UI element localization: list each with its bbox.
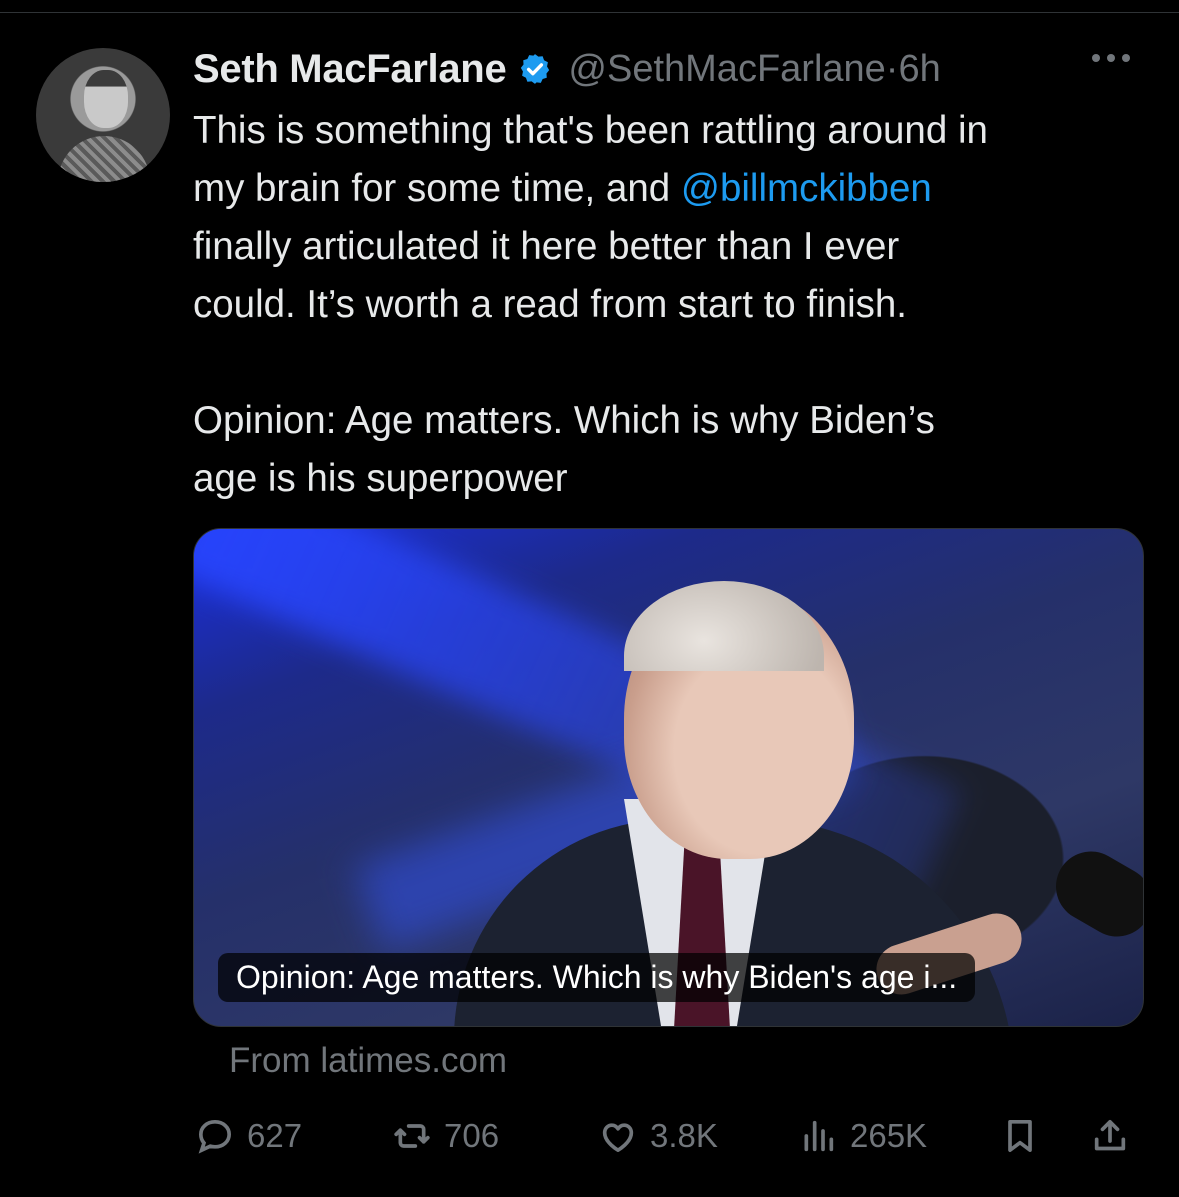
like-button[interactable]: 3.8K [598, 1110, 718, 1162]
reply-count: 627 [247, 1117, 303, 1154]
headline-line: age is his superpower [193, 457, 568, 500]
share-icon [1094, 1120, 1126, 1151]
repost-count: 706 [444, 1117, 500, 1154]
tweet-actions: 627 706 3.8K 265K [0, 1110, 1179, 1162]
tweet-line: my brain for some time, and @billmckibbe… [193, 167, 932, 210]
reply-icon [198, 1119, 232, 1154]
card-source[interactable]: From latimes.com [229, 1041, 507, 1081]
repost-icon [394, 1124, 430, 1148]
view-count: 265K [850, 1117, 928, 1154]
like-count: 3.8K [650, 1117, 718, 1154]
divider [0, 12, 1179, 13]
tweet-text: This is something that's been rattling a… [193, 102, 1153, 508]
repost-button[interactable]: 706 [392, 1110, 499, 1162]
views-button[interactable]: 265K [798, 1110, 927, 1162]
author-name[interactable]: Seth MacFarlane [193, 47, 507, 92]
tweet-line: could. It’s worth a read from start to f… [193, 283, 907, 326]
reply-button[interactable]: 627 [195, 1110, 302, 1162]
author-handle-time[interactable]: @SethMacFarlane·6h [568, 48, 940, 91]
more-options-icon[interactable] [1092, 54, 1130, 62]
mention-link[interactable]: @billmckibben [681, 167, 932, 210]
tweet-line: finally articulated it here better than … [193, 225, 900, 268]
tweet-line: This is something that's been rattling a… [193, 109, 988, 152]
headline-line: Opinion: Age matters. Which is why Biden… [193, 399, 935, 442]
views-icon [804, 1120, 834, 1152]
bookmark-icon [1008, 1120, 1032, 1152]
share-button[interactable] [1090, 1110, 1130, 1162]
verified-badge-icon [521, 54, 550, 84]
link-card[interactable]: Opinion: Age matters. Which is why Biden… [193, 528, 1144, 1027]
bookmark-button[interactable] [1000, 1110, 1040, 1162]
like-icon [602, 1123, 634, 1152]
avatar[interactable] [36, 48, 170, 182]
card-caption: Opinion: Age matters. Which is why Biden… [218, 953, 976, 1002]
tweet-header: Seth MacFarlane @SethMacFarlane·6h [193, 44, 941, 94]
